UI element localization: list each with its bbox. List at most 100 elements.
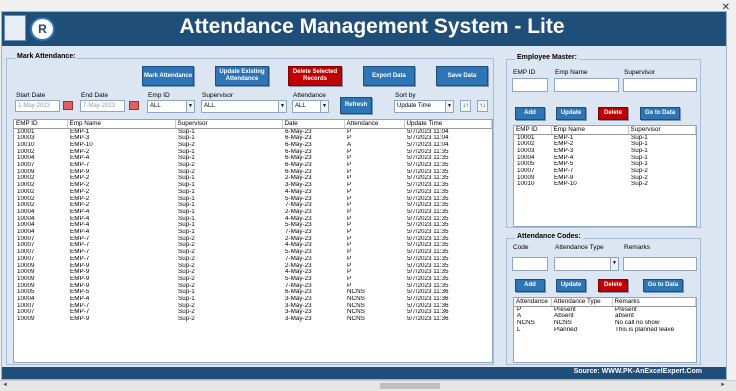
table-row[interactable]: 10007 EMP-7 Sup-2 6-May-23 P 5/7/2023 11:35 <box>14 162 492 169</box>
table-row[interactable]: 10007 EMP-7 Sup-2 3-May-23 NCNS 5/7/2023 11:3… <box>14 303 492 310</box>
delete-employee-button[interactable]: Delete <box>598 107 628 120</box>
delete-code-button[interactable]: Delete <box>598 279 628 292</box>
table-row[interactable]: 10004 EMP-4 Sup-1 2-May-23 P 5/7/2023 11:35 <box>14 209 492 216</box>
end-date-field[interactable]: 7-May-2023 <box>80 100 125 112</box>
table-row[interactable]: 10009 EMP-9 Sup-2 4-May-23 P 5/7/2023 11:35 <box>14 269 492 276</box>
table-row[interactable]: 10009 EMP-9 Sup-2 <box>514 175 696 182</box>
table-cell: Sup-2 <box>178 235 195 242</box>
column-header[interactable]: Attendance <box>344 120 405 129</box>
source-link[interactable]: Source: WWW.PK-AnExcelExpert.Com <box>574 368 702 375</box>
table-row[interactable]: L Planned This is planned leave <box>514 327 696 334</box>
attendance-codes-list[interactable]: Attendance Attendance Type Remarks P Presen… <box>513 297 697 363</box>
chevron-down-icon[interactable]: ▼ <box>445 101 453 112</box>
table-row[interactable]: 10010 EMP-10 Sup-2 <box>514 181 696 188</box>
mark-attendance-button[interactable]: Mark Attendance <box>142 66 194 86</box>
emp-id-filter-select[interactable]: ALL ▼ <box>147 100 195 113</box>
scrollbar-thumb[interactable] <box>380 383 440 389</box>
table-row[interactable]: 10007 EMP-7 Sup-2 <box>514 168 696 175</box>
update-code-button[interactable]: Update <box>556 279 586 292</box>
column-header[interactable]: Update Time <box>404 120 492 129</box>
column-header[interactable]: Emp Name <box>551 126 629 135</box>
start-date-field[interactable]: 1-May-2023 <box>15 100 60 112</box>
table-row[interactable]: A Absent absent <box>514 313 696 320</box>
column-header[interactable]: EMP ID <box>514 126 552 135</box>
scroll-right-icon[interactable]: ► <box>720 382 726 388</box>
table-row[interactable]: 10007 EMP-7 Sup-2 4-May-23 P 5/7/2023 11:35 <box>14 242 492 249</box>
table-row[interactable]: 10002 EMP-2 Sup-1 7-May-23 P 5/7/2023 11:35 <box>14 202 492 209</box>
attendance-filter-select[interactable]: ALL ▼ <box>292 100 329 113</box>
refresh-button[interactable]: Refresh <box>340 97 372 114</box>
table-row[interactable]: 10002 EMP-2 Sup-1 5-May-23 P 5/7/2023 11:35 <box>14 196 492 203</box>
supervisor-filter-select[interactable]: ALL ▼ <box>201 100 287 113</box>
table-cell: EMP-7 <box>70 255 90 262</box>
column-header[interactable]: Supervisor <box>628 126 696 135</box>
column-header[interactable]: Remarks <box>612 298 696 307</box>
table-row[interactable]: 10007 EMP-7 Sup-2 3-May-23 NCNS 5/7/2023 11:3… <box>14 309 492 316</box>
table-row[interactable]: 10003 EMP-3 Sup-1 6-May-23 P 5/7/2023 11:04 <box>14 135 492 142</box>
table-row[interactable]: 10007 EMP-7 Sup-2 2-May-23 P 5/7/2023 11:35 <box>14 236 492 243</box>
column-header[interactable]: Emp Name <box>67 120 176 129</box>
attendance-type-select[interactable]: ▼ <box>554 257 619 271</box>
table-row[interactable]: 10009 EMP-9 Sup-2 2-May-23 P 5/7/2023 11:35 <box>14 263 492 270</box>
table-row[interactable]: 10009 EMP-9 Sup-2 6-May-23 P 5/7/2023 11:35 <box>14 169 492 176</box>
horizontal-scrollbar[interactable]: ◄ ► <box>0 380 736 391</box>
table-row[interactable]: 10004 EMP-4 Sup-1 6-May-23 P 5/7/2023 11:35 <box>14 155 492 162</box>
table-row[interactable]: 10004 EMP-4 Sup-1 4-May-23 P 5/7/2023 11:35 <box>14 216 492 223</box>
emp-name-field[interactable] <box>554 78 619 92</box>
update-attendance-button[interactable]: Update Existing Attendance <box>215 66 269 86</box>
table-cell: 5/7/2023 11:35 <box>407 235 449 242</box>
table-row[interactable]: 10009 EMP-9 Sup-2 5-May-23 P 5/7/2023 11:35 <box>14 276 492 283</box>
table-row[interactable]: 10001 EMP-1 Sup-1 <box>514 134 696 141</box>
table-row[interactable]: 10005 EMP-5 Sup-1 6-May-23 NCNS 5/7/2023 11:3… <box>14 289 492 296</box>
column-header[interactable]: Supervisor <box>175 120 283 129</box>
column-header[interactable]: Attendance Type <box>551 298 613 307</box>
add-employee-button[interactable]: Add <box>515 107 545 120</box>
add-code-button[interactable]: Add <box>515 279 545 292</box>
employee-master-panel: Employee Master: EMP ID Emp Name Supervi… <box>506 54 701 228</box>
attendance-list[interactable]: EMP ID Emp Name Supervisor Date Attendance Up… <box>13 119 493 363</box>
export-data-button[interactable]: Export Data <box>363 66 415 86</box>
table-row[interactable]: 10007 EMP-7 Sup-2 7-May-23 P 5/7/2023 11:35 <box>14 256 492 263</box>
save-data-button[interactable]: Save Data <box>436 66 488 86</box>
table-row[interactable]: 10002 EMP-2 Sup-1 3-May-23 P 5/7/2023 11:35 <box>14 182 492 189</box>
table-row[interactable]: 10005 EMP-5 Sup-1 <box>514 161 696 168</box>
column-header[interactable]: Attendance <box>514 298 552 307</box>
table-row[interactable]: NCNS NCNS No call no show <box>514 320 696 327</box>
scroll-left-icon[interactable]: ◄ <box>2 382 8 388</box>
chevron-down-icon[interactable]: ▼ <box>278 101 286 112</box>
table-row[interactable]: 10002 EMP-2 Sup-1 4-May-23 P 5/7/2023 11:35 <box>14 189 492 196</box>
table-row[interactable]: 10009 EMP-9 Sup-2 3-May-23 NCNS 5/7/2023 11:3… <box>14 316 492 323</box>
calendar-icon[interactable] <box>129 101 139 110</box>
remarks-field[interactable] <box>623 257 697 271</box>
supervisor-field[interactable] <box>623 78 697 92</box>
table-row[interactable]: 10001 EMP-1 Sup-1 6-May-23 P 5/7/2023 11:04 <box>14 128 492 135</box>
code-field[interactable] <box>512 257 548 271</box>
table-row[interactable]: 10002 EMP-2 Sup-1 6-May-23 P 5/7/2023 11:35 <box>14 149 492 156</box>
table-row[interactable]: 10002 EMP-2 Sup-1 2-May-23 P 5/7/2023 11:35 <box>14 175 492 182</box>
employee-go-to-data-button[interactable]: Go to Data <box>640 107 680 120</box>
table-row[interactable]: 10007 EMP-7 Sup-2 5-May-23 P 5/7/2023 11:35 <box>14 249 492 256</box>
column-header[interactable]: EMP ID <box>14 120 68 129</box>
update-employee-button[interactable]: Update <box>556 107 586 120</box>
table-row[interactable]: 10009 EMP-9 Sup-2 7-May-23 P 5/7/2023 11:35 <box>14 283 492 290</box>
table-row[interactable]: 10003 EMP-3 Sup-1 <box>514 148 696 155</box>
chevron-down-icon[interactable]: ▼ <box>610 258 618 270</box>
column-header[interactable]: Date <box>282 120 345 129</box>
calendar-icon[interactable] <box>63 101 73 110</box>
table-row[interactable]: 10004 EMP-4 Sup-1 3-May-23 NCNS 5/7/2023 11:3… <box>14 296 492 303</box>
delete-records-button[interactable]: Delete Selected Records <box>288 66 342 86</box>
table-row[interactable]: 10004 EMP-4 Sup-1 7-May-23 P 5/7/2023 11:35 <box>14 229 492 236</box>
table-row[interactable]: 10010 EMP-10 Sup-2 6-May-23 A 5/7/2023 11:04 <box>14 142 492 149</box>
chevron-down-icon[interactable]: ▼ <box>320 101 328 112</box>
emp-id-field[interactable] <box>512 78 548 92</box>
table-row[interactable]: P Present Present <box>514 306 696 313</box>
sort-descending-icon[interactable]: ↑↓ <box>477 100 488 112</box>
chevron-down-icon[interactable]: ▼ <box>186 101 194 112</box>
codes-go-to-data-button[interactable]: Go to Data <box>643 279 683 292</box>
table-row[interactable]: 10004 EMP-4 Sup-1 5-May-23 P 5/7/2023 11:35 <box>14 222 492 229</box>
table-row[interactable]: 10002 EMP-2 Sup-1 <box>514 141 696 148</box>
table-row[interactable]: 10004 EMP-4 Sup-1 <box>514 155 696 162</box>
employee-list[interactable]: EMP ID Emp Name Supervisor 10001 EMP-1 Sup-1… <box>513 125 697 227</box>
sort-ascending-icon[interactable]: ↓↑ <box>460 100 471 112</box>
sort-by-select[interactable]: Update Time ▼ <box>394 100 454 113</box>
